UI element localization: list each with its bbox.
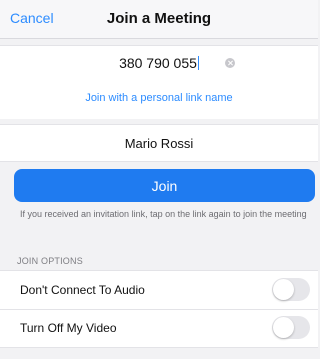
option-video-off: Turn Off My Video (0, 309, 318, 347)
option-video-off-label: Turn Off My Video (20, 321, 117, 335)
no-audio-toggle[interactable] (272, 278, 310, 301)
video-off-toggle[interactable] (272, 316, 310, 339)
hint-text: If you received an invitation link, tap … (20, 209, 307, 219)
personal-link-row: Join with a personal link name (0, 79, 318, 119)
nav-bar: Cancel Join a Meeting (0, 0, 318, 39)
text-caret (197, 56, 199, 70)
meeting-id-text: 380 790 055 (119, 55, 197, 71)
option-no-audio-label: Don't Connect To Audio (20, 283, 145, 297)
meeting-id-field[interactable]: 380 790 055 (0, 45, 318, 80)
join-options-label: JOIN OPTIONS (17, 256, 83, 266)
option-no-audio: Don't Connect To Audio (0, 271, 318, 310)
toggle-knob (273, 279, 294, 300)
toggle-knob (273, 317, 294, 338)
join-with-personal-link[interactable]: Join with a personal link name (0, 92, 318, 104)
join-options-list: Don't Connect To Audio Turn Off My Video (0, 270, 318, 348)
name-field[interactable]: Mario Rossi (0, 124, 318, 162)
meeting-id-value: 380 790 055 (0, 55, 318, 71)
name-value: Mario Rossi (124, 136, 194, 151)
join-button[interactable]: Join (14, 169, 315, 202)
clear-circle-icon[interactable] (225, 58, 235, 68)
page-title: Join a Meeting (106, 10, 212, 27)
